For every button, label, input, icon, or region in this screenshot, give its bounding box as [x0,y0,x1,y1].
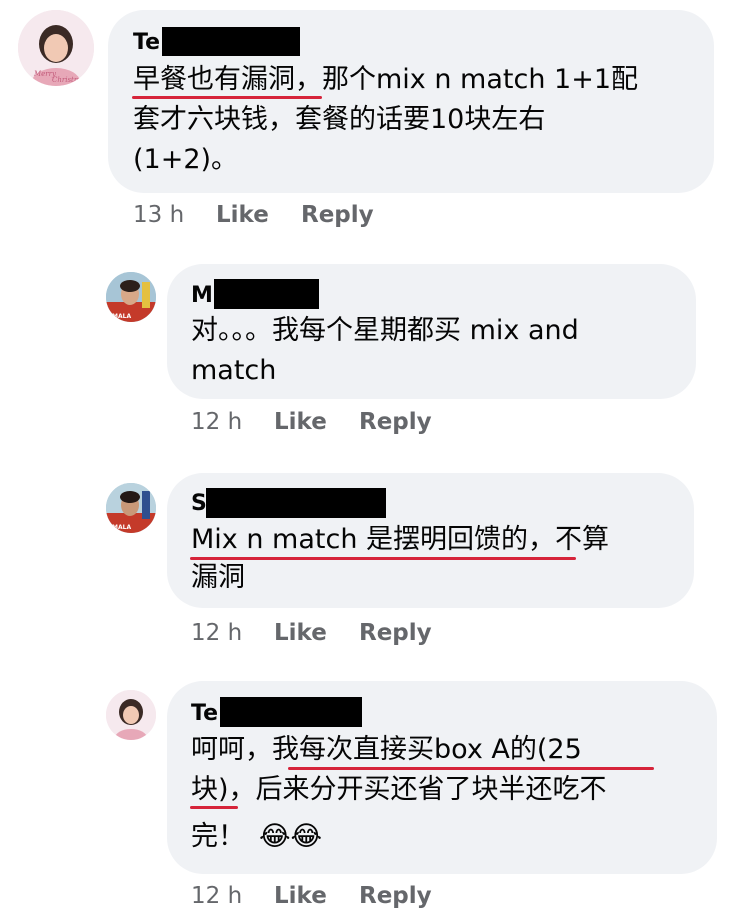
emoji-tears-of-joy: 😂😂 [259,821,323,852]
highlight-underline [190,806,238,809]
reply-button[interactable]: Reply [359,882,432,910]
profile-photo-icon [106,690,156,740]
author-name[interactable]: Te [191,701,218,727]
comment-text-line: 呵呵，我每次直接买box A的(25 [191,734,582,765]
highlight-underline [288,767,654,770]
comment-text-line: 块)，后来分开买还省了块半还吃不 [191,774,607,805]
comment-text-end: 完！ [191,821,245,852]
timestamp: 12 h [191,883,243,909]
avatar[interactable] [106,690,156,740]
redacted-name-bar [220,697,362,727]
comment-text-line: 完！ 😂😂 [191,820,322,854]
like-button[interactable]: Like [274,882,327,910]
comment-4: Te 呵呵，我每次直接买box A的(25 块)，后来分开买还省了块半还吃不 完… [0,0,741,911]
